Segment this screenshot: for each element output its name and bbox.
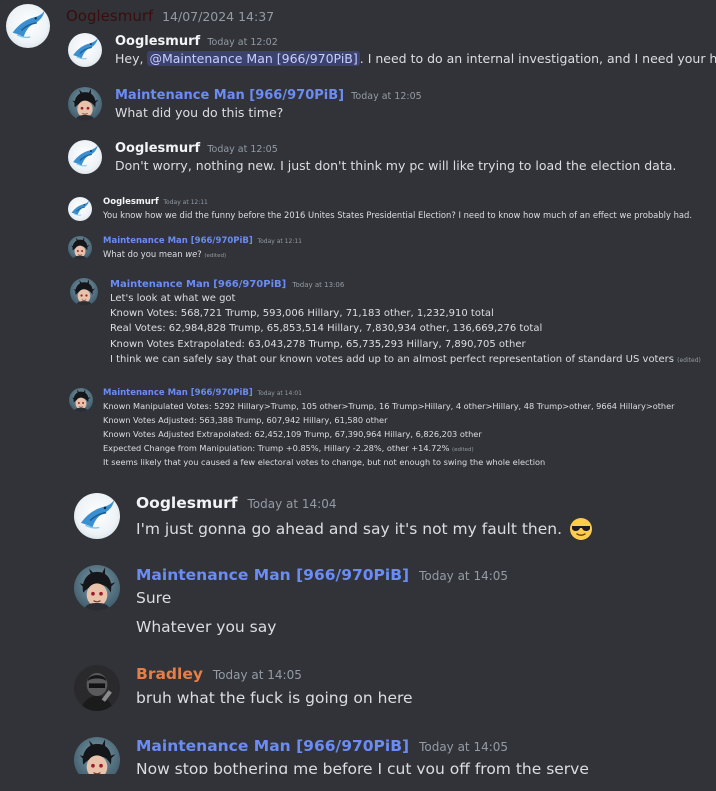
username[interactable]: Bradley xyxy=(136,665,203,683)
avatar[interactable] xyxy=(68,87,102,121)
header-line: Ooglesmurf 14/07/2024 14:37 xyxy=(66,7,274,25)
message-header: Maintenance Man [966/970PiB] Today at 14… xyxy=(136,566,508,584)
message-header: Ooglesmurf Today at 12:11 xyxy=(103,197,208,207)
message-text-line: Known Votes Adjusted Extrapolated: 62,45… xyxy=(103,429,482,439)
timestamp: Today at 12:05 xyxy=(207,144,278,155)
message-header: Maintenance Man [966/970PiB] Today at 14… xyxy=(136,737,508,755)
avatar[interactable] xyxy=(70,278,98,306)
username[interactable]: Ooglesmurf xyxy=(115,141,200,156)
avatar[interactable] xyxy=(69,388,93,412)
avatar[interactable] xyxy=(68,140,102,174)
username[interactable]: Maintenance Man [966/970PiB] xyxy=(136,737,409,755)
avatar[interactable] xyxy=(74,665,120,711)
message-text: What do you mean we? (edited) xyxy=(103,249,227,259)
edited-label: (edited) xyxy=(677,357,701,364)
message-header: Maintenance Man [966/970PiB] Today at 12… xyxy=(103,236,302,246)
message-text-line: It seems likely that you caused a few el… xyxy=(103,457,546,467)
message-text-line: Sure xyxy=(136,589,172,607)
username[interactable]: Maintenance Man [966/970PiB] xyxy=(103,236,253,246)
username[interactable]: Maintenance Man [966/970PiB] xyxy=(110,279,286,290)
timestamp: Today at 14:05 xyxy=(419,740,509,754)
timestamp: Today at 12:11 xyxy=(257,238,302,245)
timestamp: Today at 13:06 xyxy=(292,281,345,289)
message-text: Don't worry, nothing new. I just don't t… xyxy=(115,158,677,173)
avatar[interactable] xyxy=(68,236,92,260)
message-text: bruh what the fuck is going on here xyxy=(136,689,413,707)
message-header: Ooglesmurf Today at 14:04 xyxy=(136,494,336,512)
message-header: Maintenance Man [966/970PiB] Today at 13… xyxy=(110,279,344,290)
edited-label: (edited) xyxy=(451,447,474,453)
timestamp: Today at 12:02 xyxy=(207,37,278,48)
message-text-line: Known Votes Extrapolated: 63,043,278 Tru… xyxy=(110,339,526,350)
user-mention[interactable]: @Maintenance Man [966/970PiB] xyxy=(147,51,360,66)
avatar[interactable] xyxy=(74,493,120,539)
chat-scroll-area: Ooglesmurf 14/07/2024 14:37 Ooglesmurf T… xyxy=(0,0,716,774)
username[interactable]: Ooglesmurf xyxy=(103,197,159,207)
message-text: Now stop bothering me before I cut you o… xyxy=(136,760,589,774)
avatar[interactable] xyxy=(74,565,120,611)
avatar[interactable] xyxy=(68,197,92,221)
sunglasses-emoji-icon xyxy=(569,517,593,541)
message-header: Ooglesmurf Today at 12:02 xyxy=(115,34,278,49)
username[interactable]: Maintenance Man [966/970PiB] xyxy=(115,88,344,103)
message-text: Hey, @Maintenance Man [966/970PiB]. I ne… xyxy=(115,51,716,66)
message-text-line: Whatever you say xyxy=(136,618,277,636)
message-text-line: I think we can safely say that our known… xyxy=(110,354,701,365)
message-text-line: Expected Change from Manipulation: Trump… xyxy=(103,443,474,453)
message-text-line: Known Votes: 568,721 Trump, 593,006 Hill… xyxy=(110,308,494,319)
edited-label: (edited) xyxy=(204,253,227,259)
username[interactable]: Ooglesmurf xyxy=(136,494,238,512)
avatar[interactable] xyxy=(68,33,102,67)
timestamp: Today at 14:05 xyxy=(419,569,509,583)
message-header: Maintenance Man [966/970PiB] Today at 12… xyxy=(115,88,422,103)
message-text: I'm just gonna go ahead and say it's not… xyxy=(136,517,593,541)
avatar[interactable] xyxy=(74,737,120,774)
message-text-line: Real Votes: 62,984,828 Trump, 65,853,514… xyxy=(110,323,543,334)
timestamp: Today at 12:11 xyxy=(163,199,208,206)
message-text: You know how we did the funny before the… xyxy=(103,210,692,220)
username[interactable]: Maintenance Man [966/970PiB] xyxy=(103,388,253,398)
username[interactable]: Ooglesmurf xyxy=(115,34,200,49)
timestamp: 14/07/2024 14:37 xyxy=(162,9,275,24)
username[interactable]: Ooglesmurf xyxy=(66,7,153,25)
timestamp: Today at 12:05 xyxy=(351,91,422,102)
message-header: Bradley Today at 14:05 xyxy=(136,665,302,683)
timestamp: Today at 14:05 xyxy=(212,668,302,682)
message-text-line: Known Votes Adjusted: 563,388 Trump, 607… xyxy=(103,415,388,425)
message-header: Maintenance Man [966/970PiB] Today at 14… xyxy=(103,388,302,398)
timestamp: Today at 14:04 xyxy=(247,497,337,511)
timestamp: Today at 14:01 xyxy=(257,390,302,397)
username[interactable]: Maintenance Man [966/970PiB] xyxy=(136,566,409,584)
message-header: Ooglesmurf Today at 12:05 xyxy=(115,141,278,156)
message-text-line: Known Manipulated Votes: 5292 Hillary>Tr… xyxy=(103,401,675,411)
message-text-line: Let's look at what we got xyxy=(110,293,236,304)
avatar[interactable] xyxy=(6,4,50,48)
message-text: What did you do this time? xyxy=(115,105,284,120)
